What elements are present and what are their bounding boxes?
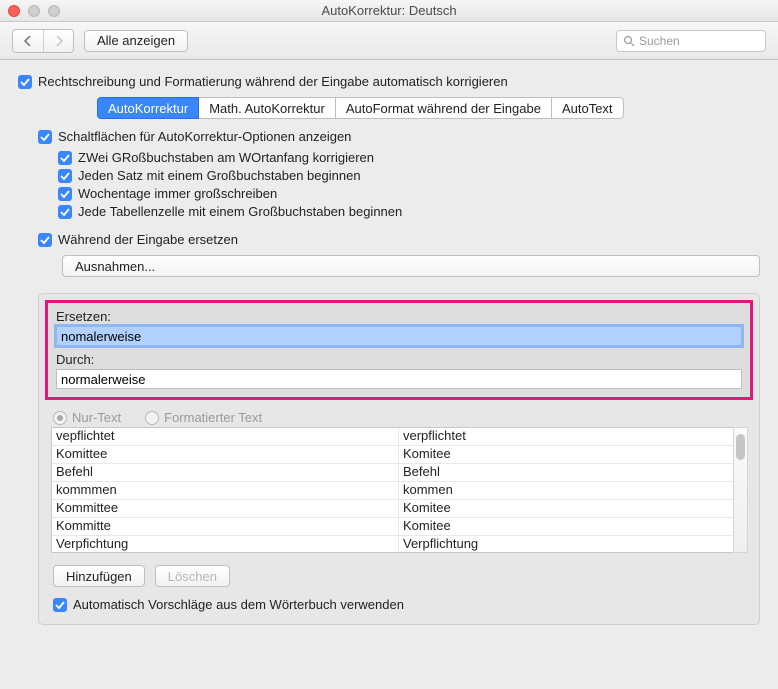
add-button[interactable]: Hinzufügen [53,565,145,587]
tab-math-autokorrektur[interactable]: Math. AutoKorrektur [198,97,336,119]
table-cell-to: Befehl [399,464,746,481]
checkbox-checked-icon [18,75,32,89]
checkbox-checked-icon [38,130,52,144]
sentence-cap-checkbox[interactable]: Jeden Satz mit einem Großbuchstaben begi… [58,168,760,183]
table-row[interactable]: KommitteeKomitee [52,500,746,518]
auto-suggest-checkbox[interactable]: Automatisch Vorschläge aus dem Wörterbuc… [53,597,759,612]
forward-button[interactable] [43,30,73,52]
nav-segment [12,29,74,53]
table-cell-from: vepflichtet [52,428,399,445]
minimize-window-button[interactable] [28,5,40,17]
checkbox-checked-icon [58,205,72,219]
weekdays-cap-label: Wochentage immer großschreiben [78,186,277,201]
table-cell-to: verpflichtet [399,428,746,445]
table-row[interactable]: kommmenkommen [52,482,746,500]
checkbox-checked-icon [58,187,72,201]
table-cell-from: Komittee [52,446,399,463]
search-input[interactable]: Suchen [616,30,766,52]
plain-text-radio-label: Nur-Text [72,410,121,425]
replacements-table[interactable]: vepflichtetverpflichtetKomitteeKomiteeBe… [51,427,747,553]
sentence-cap-label: Jeden Satz mit einem Großbuchstaben begi… [78,168,361,183]
table-cell-cap-checkbox[interactable]: Jede Tabellenzelle mit einem Großbuchsta… [58,204,760,219]
top-autocorrect-label: Rechtschreibung und Formatierung während… [38,74,508,89]
tab-autotext[interactable]: AutoText [551,97,624,119]
replace-while-typing-checkbox[interactable]: Während der Eingabe ersetzen [38,232,760,247]
format-radio-group: Nur-Text Formatierter Text [39,404,759,427]
show-autocorrect-buttons-checkbox[interactable]: Schaltflächen für AutoKorrektur-Optionen… [38,129,760,144]
table-cell-to: Komitee [399,518,746,535]
plain-text-radio[interactable]: Nur-Text [53,410,121,425]
auto-suggest-label: Automatisch Vorschläge aus dem Wörterbuc… [73,597,404,612]
table-row[interactable]: KommitteKomitee [52,518,746,536]
replace-input[interactable] [56,326,742,346]
two-caps-label: ZWei GRoßbuchstaben am WOrtanfang korrig… [78,150,374,165]
window-title: AutoKorrektur: Deutsch [0,3,778,18]
traffic-lights [8,5,60,17]
search-icon [623,35,635,47]
table-cell-from: Kommitte [52,518,399,535]
show-all-button[interactable]: Alle anzeigen [84,30,188,52]
table-cell-cap-label: Jede Tabellenzelle mit einem Großbuchsta… [78,204,402,219]
table-cell-to: Verpflichtung [399,536,746,553]
table-cell-to: kommen [399,482,746,499]
titlebar: AutoKorrektur: Deutsch [0,0,778,22]
tab-autokorrektur[interactable]: AutoKorrektur [97,97,199,119]
checkbox-checked-icon [53,598,67,612]
formatted-text-radio-label: Formatierter Text [164,410,262,425]
replace-group: Ersetzen: Durch: Nur-Text Formatierter T… [38,293,760,625]
delete-button[interactable]: Löschen [155,565,230,587]
table-cell-from: kommmen [52,482,399,499]
table-row[interactable]: KomitteeKomitee [52,446,746,464]
back-button[interactable] [13,30,43,52]
table-cell-to: Komitee [399,446,746,463]
scrollbar[interactable] [733,427,748,553]
chevron-right-icon [55,36,63,46]
search-placeholder: Suchen [639,34,680,48]
two-caps-checkbox[interactable]: ZWei GRoßbuchstaben am WOrtanfang korrig… [58,150,760,165]
checkbox-checked-icon [38,233,52,247]
scrollbar-thumb[interactable] [736,434,745,460]
checkbox-checked-icon [58,169,72,183]
with-label: Durch: [56,352,742,367]
table-row[interactable]: vepflichtetverpflichtet [52,428,746,446]
replace-while-typing-label: Während der Eingabe ersetzen [58,232,238,247]
table-cell-from: Befehl [52,464,399,481]
with-input[interactable] [56,369,742,389]
checkbox-checked-icon [58,151,72,165]
exceptions-button[interactable]: Ausnahmen... [62,255,760,277]
table-cell-to: Komitee [399,500,746,517]
radio-unselected-icon [145,411,159,425]
formatted-text-radio[interactable]: Formatierter Text [145,410,262,425]
close-window-button[interactable] [8,5,20,17]
tab-bar: AutoKorrektur Math. AutoKorrektur AutoFo… [98,97,760,119]
top-autocorrect-checkbox-row[interactable]: Rechtschreibung und Formatierung während… [18,74,760,89]
table-row[interactable]: VerpfichtungVerpflichtung [52,536,746,553]
weekdays-cap-checkbox[interactable]: Wochentage immer großschreiben [58,186,760,201]
replace-label: Ersetzen: [56,309,742,324]
tab-autoformat[interactable]: AutoFormat während der Eingabe [335,97,552,119]
replace-fields-highlight: Ersetzen: Durch: [45,300,753,400]
radio-selected-icon [53,411,67,425]
table-cell-from: Verpfichtung [52,536,399,553]
chevron-left-icon [24,36,32,46]
table-cell-from: Kommittee [52,500,399,517]
zoom-window-button[interactable] [48,5,60,17]
show-autocorrect-buttons-label: Schaltflächen für AutoKorrektur-Optionen… [58,129,351,144]
table-row[interactable]: BefehlBefehl [52,464,746,482]
toolbar: Alle anzeigen Suchen [0,22,778,60]
